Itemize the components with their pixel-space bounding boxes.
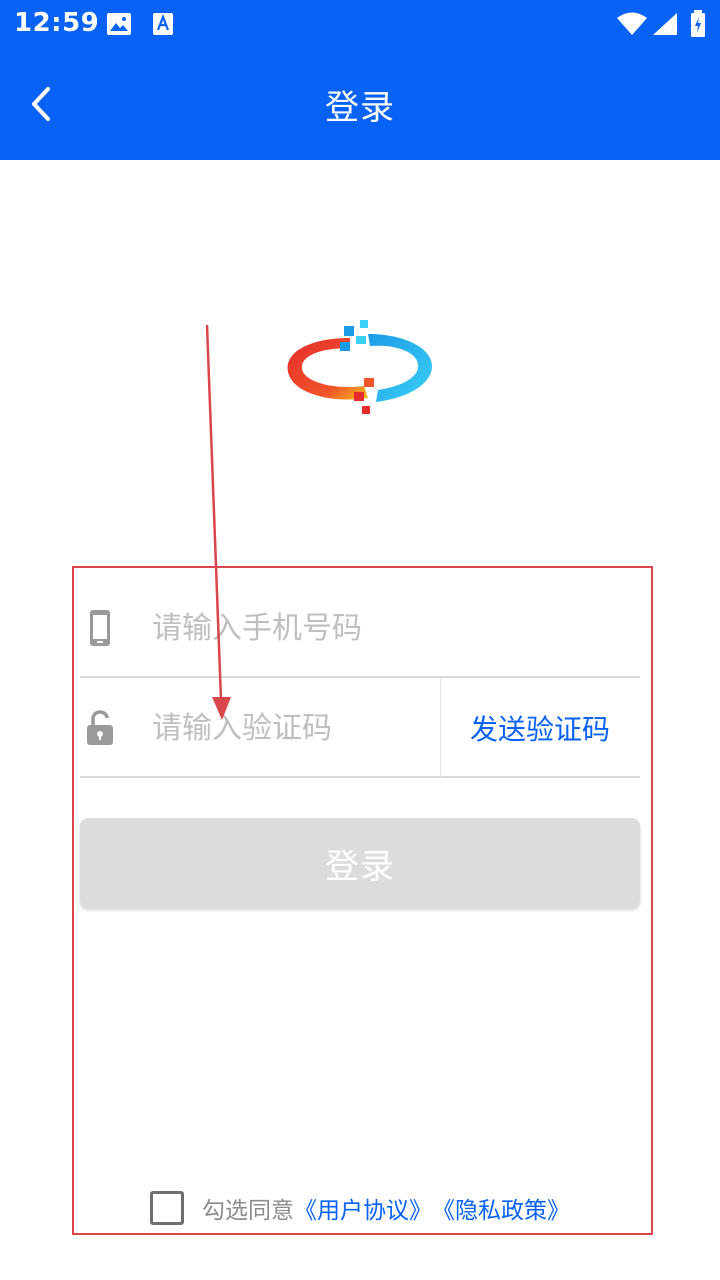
agreement-checkbox[interactable] <box>150 1191 184 1225</box>
code-input[interactable] <box>152 702 432 754</box>
phone-field-row <box>80 578 640 678</box>
app-bar: 登录 <box>0 48 720 160</box>
agreement-row: 勾选同意 《用户协议》 《隐私政策》 <box>150 1190 570 1226</box>
signal-icon <box>652 12 678 40</box>
privacy-policy-link[interactable]: 《隐私政策》 <box>432 1191 570 1225</box>
wifi-icon <box>616 12 648 40</box>
status-bar: 12:59 <box>0 0 720 48</box>
status-time: 12:59 <box>14 8 100 38</box>
image-icon <box>106 12 132 40</box>
send-code-button[interactable]: 发送验证码 <box>442 678 638 778</box>
unlocked-padlock-icon <box>80 678 120 778</box>
agreement-prefix: 勾选同意 <box>202 1198 294 1224</box>
battery-charging-icon <box>690 10 706 42</box>
phone-icon <box>80 578 120 678</box>
font-a-icon <box>152 12 176 42</box>
field-divider <box>440 678 441 778</box>
user-agreement-link[interactable]: 《用户协议》 <box>294 1191 432 1225</box>
page-title: 登录 <box>325 87 395 128</box>
phone-input[interactable] <box>152 602 612 654</box>
app-logo <box>280 314 440 424</box>
login-button[interactable]: 登录 <box>80 818 640 908</box>
code-field-row: 发送验证码 <box>80 678 640 778</box>
